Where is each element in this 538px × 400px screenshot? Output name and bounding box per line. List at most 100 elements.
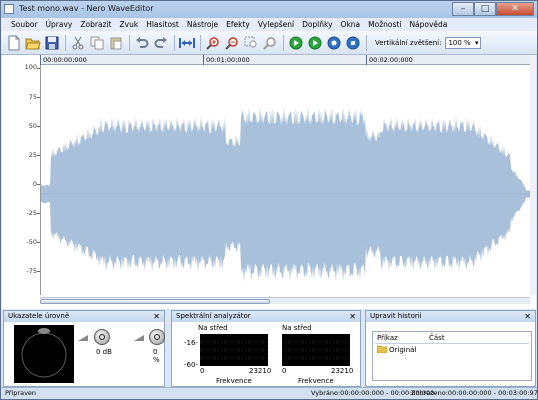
menu-soubor[interactable]: Soubor — [11, 20, 38, 29]
gain-knob[interactable] — [94, 329, 110, 345]
time-ruler[interactable]: 00:00:00;000 00:01:00;000 00:02:00;000 — [40, 55, 530, 65]
ruler-label: 00:01:00;000 — [206, 56, 250, 64]
pan-ramp-icon — [134, 333, 144, 341]
menu-nastroje[interactable]: Nástroje — [187, 20, 218, 29]
history-list[interactable]: Příkaz Část Originál — [372, 331, 532, 381]
spectral-analyzer-close-icon[interactable]: ✕ — [349, 311, 356, 322]
undo-icon[interactable] — [133, 34, 151, 52]
menu-okna[interactable]: Okna — [341, 20, 361, 29]
toolbar: Vertikální zvětšení: 100 % ▾ — [1, 31, 537, 55]
spectrum-display-left — [200, 334, 268, 366]
menu-zobrazit[interactable]: Zobrazit — [80, 20, 111, 29]
new-file-icon[interactable] — [5, 34, 23, 52]
spectrum-left-label: Na střed — [198, 324, 228, 332]
vertical-scrollbar[interactable] — [530, 55, 536, 295]
toolbar-separator — [283, 34, 284, 51]
menu-moznosti[interactable]: Možnosti — [368, 20, 401, 29]
zoom-selection-icon[interactable] — [242, 34, 260, 52]
spectrum-right-label: Na střed — [282, 324, 312, 332]
toolbar-separator — [200, 34, 201, 51]
spectral-analyzer-title: Spektrální analyzátor — [172, 311, 360, 322]
cut-icon[interactable] — [69, 34, 87, 52]
history-item[interactable]: Originál — [376, 345, 417, 355]
ruler-label: 00:00:00;000 — [43, 56, 87, 64]
horizontal-scrollbar[interactable] — [40, 297, 530, 304]
vertical-zoom-select[interactable]: 100 % ▾ — [445, 36, 482, 49]
y-axis-label: 50 — [28, 122, 37, 130]
vertical-zoom-label: Vertikální zvětšení: — [375, 38, 442, 47]
zoom-reset-icon[interactable] — [261, 34, 279, 52]
stop-icon[interactable] — [344, 34, 362, 52]
level-meter-title: Ukazatele úrovně — [4, 311, 164, 322]
paste-icon[interactable] — [107, 34, 125, 52]
spectrum-display-right — [282, 334, 350, 366]
y-axis-label: 100 — [24, 63, 37, 71]
chevron-down-icon: ▾ — [474, 38, 479, 47]
toolbar-separator — [174, 34, 175, 51]
title-bar: Test mono.wav - Nero WaveEditor – □ ✕ — [1, 1, 537, 18]
toolbar-separator — [129, 34, 130, 51]
pan-knob[interactable] — [149, 329, 165, 345]
maximize-button[interactable]: □ — [474, 2, 496, 16]
level-meter-panel: Ukazatele úrovně ✕ 0 dB 0 % — [3, 310, 165, 387]
zoom-out-icon[interactable] — [223, 34, 241, 52]
y-axis-label: 25 — [28, 151, 37, 159]
menu-napoveda[interactable]: Nápověda — [409, 20, 447, 29]
menu-zvuk[interactable]: Zvuk — [120, 20, 139, 29]
play-loop-icon[interactable] — [306, 34, 324, 52]
history-column-part[interactable]: Část — [429, 334, 445, 342]
window-controls: – □ ✕ — [452, 2, 534, 16]
status-shown-range: Zobrazeno:00:00:00:000 - 00:03:00:975 — [411, 389, 538, 397]
level-meter-close-icon[interactable]: ✕ — [153, 311, 160, 322]
history-header-divider — [375, 343, 529, 344]
ruler-label: 00:02:00;000 — [369, 56, 413, 64]
application-window: Test mono.wav - Nero WaveEditor – □ ✕ So… — [0, 0, 538, 400]
menu-hlasitost[interactable]: Hlasitost — [146, 20, 179, 29]
zoom-in-icon[interactable] — [204, 34, 222, 52]
spectrum-x-min: 0 — [282, 367, 287, 375]
gain-ramp-icon — [78, 333, 88, 341]
record-icon[interactable] — [325, 34, 343, 52]
menu-vylepseni[interactable]: Vylepšení — [258, 20, 294, 29]
ruler-major-tick — [40, 55, 41, 65]
spectrum-y-top: -16- — [184, 339, 198, 347]
ruler-major-tick — [203, 55, 204, 65]
ruler-major-tick — [366, 55, 367, 65]
open-folder-icon[interactable] — [24, 34, 42, 52]
vertical-zoom-value: 100 % — [448, 38, 471, 47]
horizontal-scrollbar-thumb[interactable] — [40, 299, 270, 304]
pan-value: 0 % — [153, 348, 160, 364]
window-title: Test mono.wav - Nero WaveEditor — [19, 4, 154, 13]
app-icon — [4, 4, 14, 14]
edit-history-title: Upravit historii — [366, 311, 535, 322]
level-scope — [14, 325, 74, 383]
spectrum-x-label: Frekvence — [216, 377, 252, 385]
status-text: Připraven — [5, 389, 37, 397]
play-icon[interactable] — [287, 34, 305, 52]
spectrum-x-max: 23210 — [331, 367, 354, 375]
menu-doplnky[interactable]: Doplňky — [302, 20, 332, 29]
edit-history-close-icon[interactable]: ✕ — [524, 311, 531, 322]
close-button[interactable]: ✕ — [496, 2, 534, 16]
history-item-label: Originál — [389, 346, 417, 354]
save-icon[interactable] — [43, 34, 61, 52]
history-column-command[interactable]: Příkaz — [377, 334, 398, 342]
y-axis-label: -25 — [26, 209, 37, 217]
spectral-analyzer-panel: Spektrální analyzátor ✕ Na střed Na stře… — [171, 310, 361, 387]
fit-width-icon[interactable] — [178, 34, 196, 52]
redo-icon[interactable] — [152, 34, 170, 52]
y-axis-label: -75 — [26, 267, 37, 275]
spectrum-y-bottom: -60- — [184, 361, 198, 369]
menu-efekty[interactable]: Efekty — [226, 20, 250, 29]
menu-upravy[interactable]: Úpravy — [46, 20, 73, 29]
menu-bar: Soubor Úpravy Zobrazit Zvuk Hlasitost Ná… — [1, 18, 537, 31]
edit-history-panel: Upravit historii ✕ Příkaz Část Originál — [365, 310, 536, 387]
toolbar-separator — [366, 34, 367, 51]
spectrum-x-max: 23210 — [249, 367, 272, 375]
minimize-button[interactable]: – — [452, 2, 474, 16]
gain-value: 0 dB — [96, 348, 112, 356]
waveform-canvas[interactable] — [40, 65, 531, 295]
waveform-svg — [41, 106, 531, 282]
y-axis-label: -50 — [26, 238, 37, 246]
copy-icon[interactable] — [88, 34, 106, 52]
